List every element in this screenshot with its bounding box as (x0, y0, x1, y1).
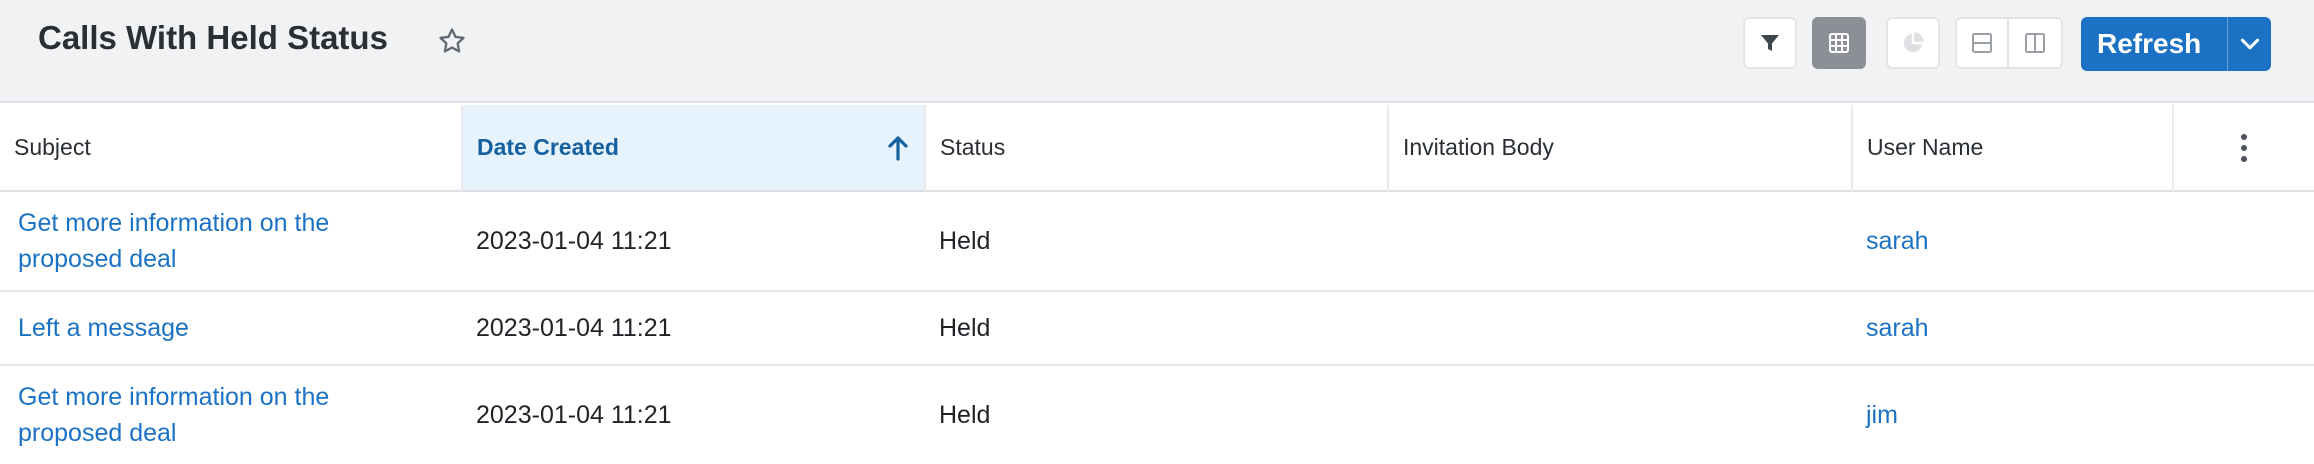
cell-actions (2173, 365, 2314, 464)
column-header-label: Subject (14, 134, 91, 160)
column-header-label: Invitation Body (1403, 134, 1554, 160)
cell-date-created: 2023-01-04 11:21 (462, 291, 925, 366)
grid-icon (1829, 33, 1849, 53)
star-outline-icon (439, 28, 465, 53)
refresh-button[interactable]: Refresh (2081, 17, 2271, 71)
favorite-button[interactable] (432, 21, 472, 61)
table-row: Left a message 2023-01-04 11:21 Held sar… (0, 291, 2314, 366)
sort-ascending-icon (888, 136, 908, 161)
cell-subject: Get more information on the proposed dea… (0, 191, 462, 292)
cell-actions (2173, 191, 2314, 292)
table-row: Get more information on the proposed dea… (0, 191, 2314, 292)
refresh-label: Refresh (2097, 28, 2202, 59)
subject-link[interactable]: Get more information on the proposed dea… (18, 379, 348, 451)
kebab-menu-icon[interactable] (2234, 128, 2254, 168)
cell-actions (2173, 291, 2314, 366)
split-horizontal-icon (1972, 33, 1992, 53)
cell-user-name: sarah (1852, 291, 2173, 366)
chevron-down-icon (2240, 38, 2259, 50)
cell-invitation-body (1388, 191, 1852, 292)
column-header-invitation-body[interactable]: Invitation Body (1388, 105, 1853, 191)
report-page: Calls With Held Status Refresh Subject D… (0, 0, 2314, 464)
cell-invitation-body (1388, 291, 1852, 366)
split-horizontal-button[interactable] (1955, 17, 2009, 69)
cell-status: Held (925, 191, 1388, 292)
table-view-button[interactable] (1812, 17, 1866, 69)
table-header-row: Subject Date Created Status Invitation B… (0, 105, 2314, 191)
column-header-status[interactable]: Status (925, 105, 1389, 191)
cell-date-created: 2023-01-04 11:21 (462, 365, 925, 464)
cell-date-created: 2023-01-04 11:21 (462, 191, 925, 292)
cell-invitation-body (1388, 365, 1852, 464)
page-title: Calls With Held Status (38, 19, 388, 56)
refresh-dropdown-toggle[interactable] (2228, 17, 2271, 71)
cell-user-name: sarah (1852, 191, 2173, 292)
user-name-link[interactable]: sarah (1866, 227, 1929, 255)
table-row: Get more information on the proposed dea… (0, 365, 2314, 464)
column-header-date-created[interactable]: Date Created (462, 105, 926, 191)
cell-subject: Get more information on the proposed dea… (0, 365, 462, 464)
subject-link[interactable]: Get more information on the proposed dea… (18, 205, 348, 277)
column-header-label: Status (940, 134, 1006, 160)
chart-view-button[interactable] (1886, 17, 1940, 69)
cell-subject: Left a message (0, 291, 462, 366)
column-header-label: User Name (1867, 134, 1984, 160)
report-header: Calls With Held Status Refresh (0, 0, 2314, 103)
user-name-link[interactable]: sarah (1866, 314, 1929, 342)
results-table: Subject Date Created Status Invitation B… (0, 105, 2314, 464)
filter-icon (1761, 35, 1779, 51)
split-vertical-icon (2025, 33, 2045, 53)
column-menu-cell (2173, 105, 2314, 191)
cell-status: Held (925, 291, 1388, 366)
column-header-user-name[interactable]: User Name (1852, 105, 2174, 191)
column-header-subject[interactable]: Subject (0, 105, 463, 191)
split-vertical-button[interactable] (2009, 17, 2063, 69)
cell-user-name: jim (1852, 365, 2173, 464)
user-name-link[interactable]: jim (1866, 401, 1898, 429)
filter-button[interactable] (1743, 17, 1797, 69)
subject-link[interactable]: Left a message (18, 314, 189, 342)
pie-chart-icon (1903, 32, 1924, 53)
cell-status: Held (925, 365, 1388, 464)
column-header-label: Date Created (477, 134, 619, 160)
